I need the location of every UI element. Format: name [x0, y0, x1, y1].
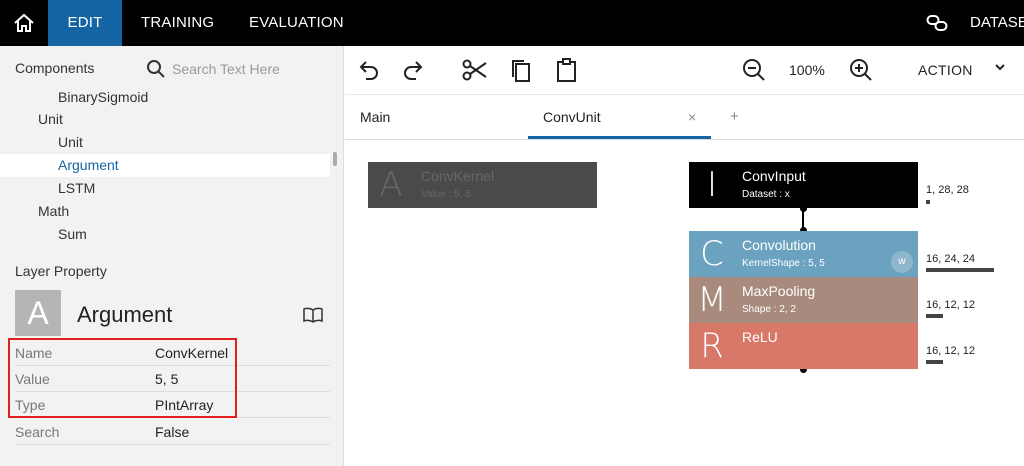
nav-tab-evaluation[interactable]: EVALUATION	[249, 0, 344, 46]
book-icon[interactable]	[302, 306, 324, 329]
redo-icon[interactable]	[401, 58, 425, 87]
output-shape-bar	[926, 200, 930, 204]
tree-item-unit-group[interactable]: Unit	[0, 108, 330, 131]
node-subtitle: KernelShape : 5, 5	[742, 258, 825, 269]
nav-tab-dataset[interactable]: DATASE	[970, 0, 1024, 46]
layer-node-convolution[interactable]: C Convolution KernelShape : 5, 5	[689, 231, 918, 277]
property-key: Search	[15, 424, 60, 440]
zoom-level: 100%	[789, 62, 825, 78]
tab-convunit[interactable]: ConvUnit	[543, 95, 601, 139]
output-shape-bar	[926, 268, 994, 272]
tree-item-math[interactable]: Math	[0, 200, 330, 223]
chevron-down-icon[interactable]	[994, 60, 1006, 78]
output-shape-bar	[926, 314, 943, 318]
copy-icon[interactable]	[509, 58, 533, 89]
output-shape-label: 16, 12, 12	[926, 299, 975, 311]
layer-node-maxpooling[interactable]: M MaxPooling Shape : 2, 2	[689, 277, 918, 323]
tree-scrollbar[interactable]	[333, 152, 337, 166]
tree-item-lstm[interactable]: LSTM	[0, 177, 330, 200]
zoom-in-icon[interactable]	[849, 58, 873, 87]
action-menu-button[interactable]: ACTION	[918, 62, 973, 78]
node-title: MaxPooling	[742, 283, 816, 299]
cut-icon[interactable]	[462, 58, 488, 87]
layer-type-icon: A	[15, 290, 61, 336]
component-search-input[interactable]	[172, 58, 332, 80]
layer-property-title: Layer Property	[15, 263, 107, 279]
graph-tab-bar: Main ConvUnit × +	[345, 94, 1024, 140]
nav-tab-edit[interactable]: EDIT	[48, 0, 122, 46]
left-panel: Components BinarySigmoid Unit Unit Argum…	[0, 46, 344, 466]
layer-name: Argument	[77, 302, 173, 327]
tree-item-argument[interactable]: Argument	[0, 154, 330, 177]
node-subtitle: Value : 5, 5	[421, 189, 471, 200]
node-letter: I	[706, 165, 718, 205]
paste-icon[interactable]	[555, 58, 579, 89]
active-tab-indicator	[528, 136, 711, 139]
toolbar: 100% ACTION	[345, 46, 1024, 94]
node-letter: C	[700, 234, 724, 274]
node-title: ConvInput	[742, 168, 806, 184]
zoom-out-icon[interactable]	[742, 58, 766, 87]
highlight-box	[8, 338, 237, 418]
add-tab-button[interactable]: +	[730, 95, 739, 139]
weight-badge[interactable]: w	[891, 251, 913, 273]
node-letter: M	[697, 280, 727, 320]
property-value[interactable]: False	[155, 419, 189, 445]
property-row-search[interactable]: Search False	[15, 419, 330, 445]
node-letter: A	[379, 165, 403, 205]
undo-icon[interactable]	[357, 58, 381, 87]
nav-tab-training[interactable]: TRAINING	[141, 0, 214, 46]
node-subtitle: Dataset : x	[742, 189, 790, 200]
home-icon[interactable]	[0, 0, 48, 46]
close-tab-button[interactable]: ×	[688, 95, 696, 139]
components-header: Components	[15, 60, 95, 76]
search-icon[interactable]	[146, 59, 166, 84]
tab-main[interactable]: Main	[360, 95, 390, 139]
output-shape-bar	[926, 360, 943, 364]
node-title: Convolution	[742, 237, 816, 253]
tree-item-binarysigmoid[interactable]: BinarySigmoid	[0, 86, 330, 109]
argument-node[interactable]: A ConvKernel Value : 5, 5	[368, 162, 597, 208]
output-shape-label: 16, 12, 12	[926, 345, 975, 357]
output-shape-label: 16, 24, 24	[926, 253, 975, 265]
layer-node-relu[interactable]: R ReLU	[689, 323, 918, 369]
node-title: ConvKernel	[421, 168, 495, 184]
top-nav-bar: EDIT TRAINING EVALUATION DATASE	[0, 0, 1024, 46]
tree-item-unit[interactable]: Unit	[0, 131, 330, 154]
tree-item-sum[interactable]: Sum	[0, 223, 330, 246]
output-shape-label: 1, 28, 28	[926, 184, 969, 196]
link-icon[interactable]	[926, 13, 948, 38]
node-letter: R	[700, 326, 724, 366]
layer-node-convinput[interactable]: I ConvInput Dataset : x	[689, 162, 918, 208]
node-title: ReLU	[742, 329, 778, 345]
node-subtitle: Shape : 2, 2	[742, 304, 796, 315]
